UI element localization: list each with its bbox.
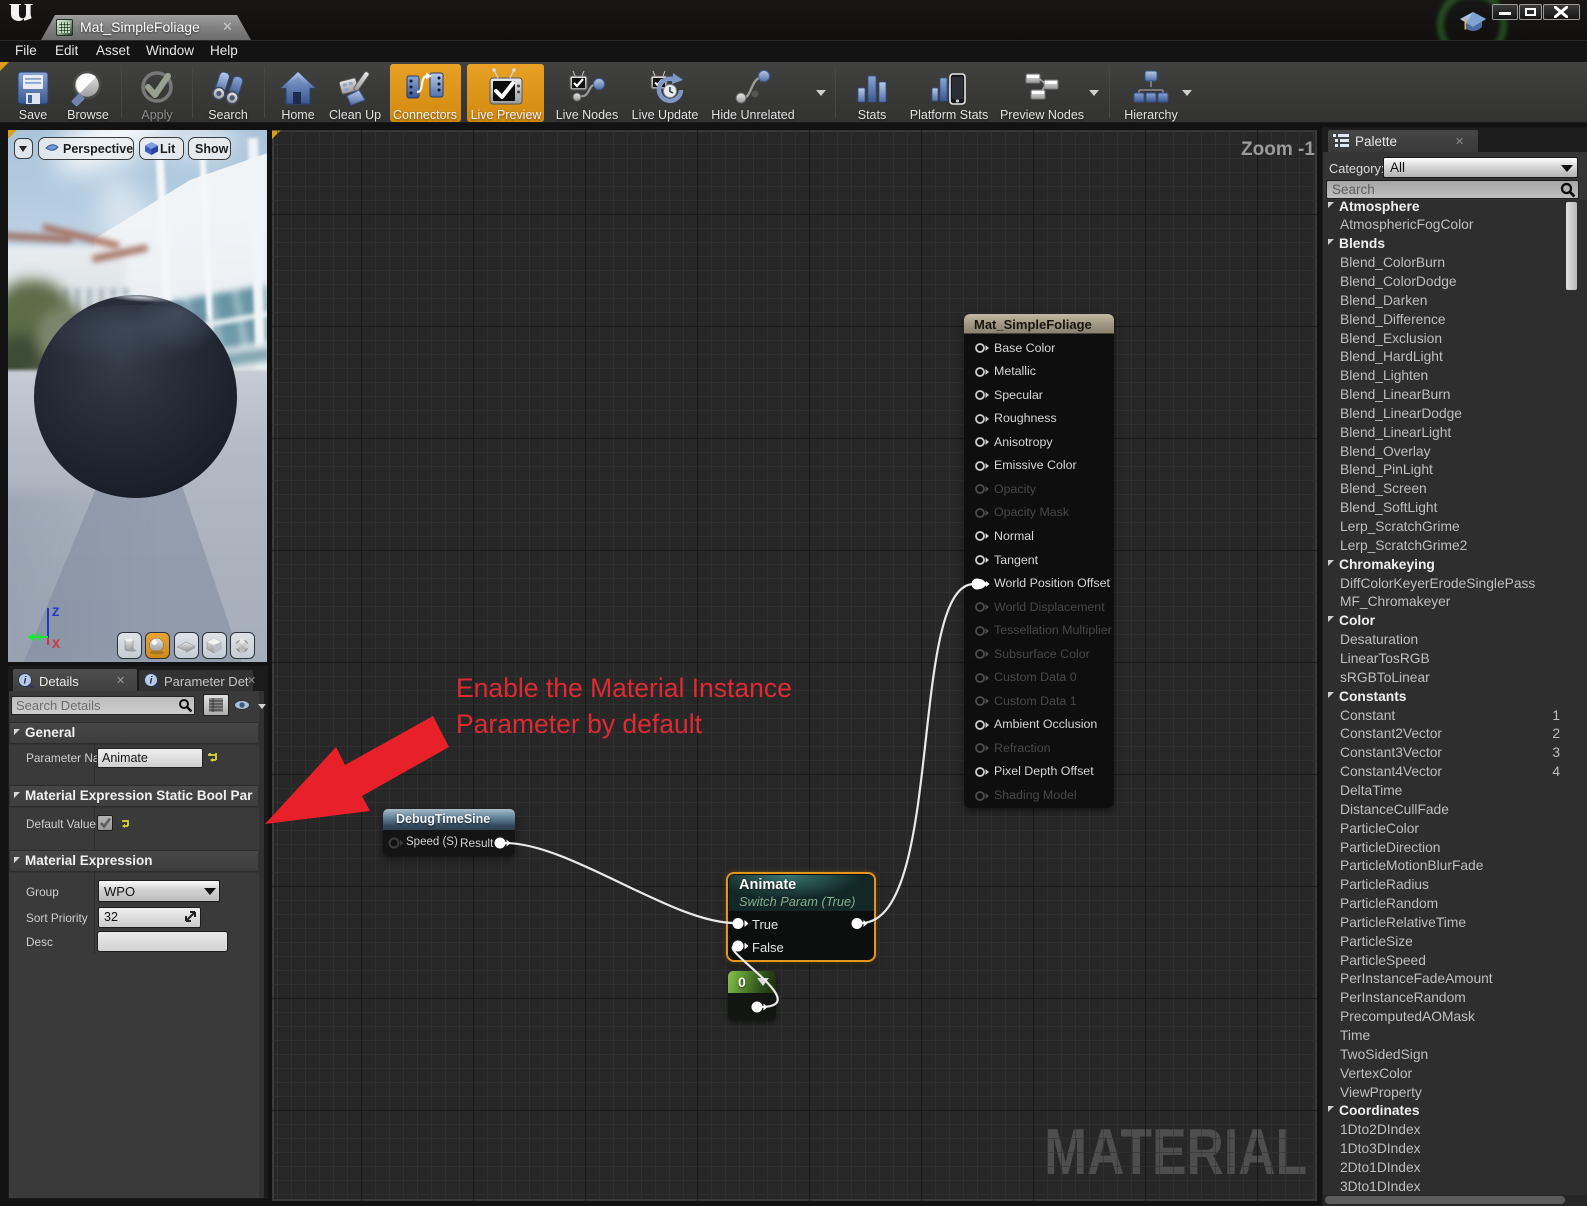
svg-text:Z: Z — [52, 605, 59, 619]
svg-text:i: i — [24, 676, 27, 687]
svg-text:X: X — [52, 637, 60, 648]
svg-text:i: i — [150, 676, 153, 687]
